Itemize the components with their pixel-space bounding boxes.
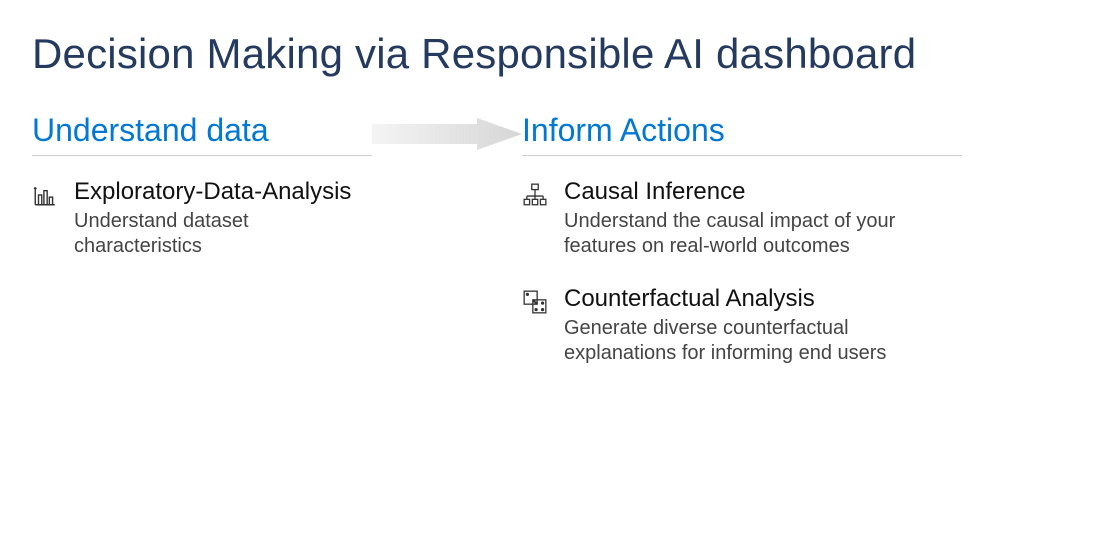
dice-icon xyxy=(522,285,550,315)
hierarchy-icon xyxy=(522,178,550,208)
item-text: Causal Inference Understand the causal i… xyxy=(564,178,962,259)
item-counterfactual-analysis: Counterfactual Analysis Generate diverse… xyxy=(522,285,962,366)
columns: Understand data Exploratory-Data-Analysi… xyxy=(32,112,1062,392)
item-subtitle: Generate diverse counterfactual explanat… xyxy=(564,316,904,366)
slide: Decision Making via Responsible AI dashb… xyxy=(0,0,1094,392)
item-subtitle: Understand dataset characteristics xyxy=(74,209,372,259)
column-understand-data: Understand data Exploratory-Data-Analysi… xyxy=(32,112,372,285)
page-title: Decision Making via Responsible AI dashb… xyxy=(32,30,1062,78)
section-heading-right: Inform Actions xyxy=(522,112,962,156)
item-causal-inference: Causal Inference Understand the causal i… xyxy=(522,178,962,259)
bar-chart-icon xyxy=(32,178,60,208)
arrow-icon xyxy=(372,118,522,150)
item-text: Exploratory-Data-Analysis Understand dat… xyxy=(74,178,372,259)
section-heading-left: Understand data xyxy=(32,112,372,156)
item-subtitle: Understand the causal impact of your fea… xyxy=(564,209,904,259)
item-title: Causal Inference xyxy=(564,178,962,207)
item-exploratory-data-analysis: Exploratory-Data-Analysis Understand dat… xyxy=(32,178,372,259)
flow-arrow xyxy=(372,112,522,150)
item-title: Counterfactual Analysis xyxy=(564,285,962,314)
column-inform-actions: Inform Actions xyxy=(522,112,962,392)
item-title: Exploratory-Data-Analysis xyxy=(74,178,372,207)
item-text: Counterfactual Analysis Generate diverse… xyxy=(564,285,962,366)
